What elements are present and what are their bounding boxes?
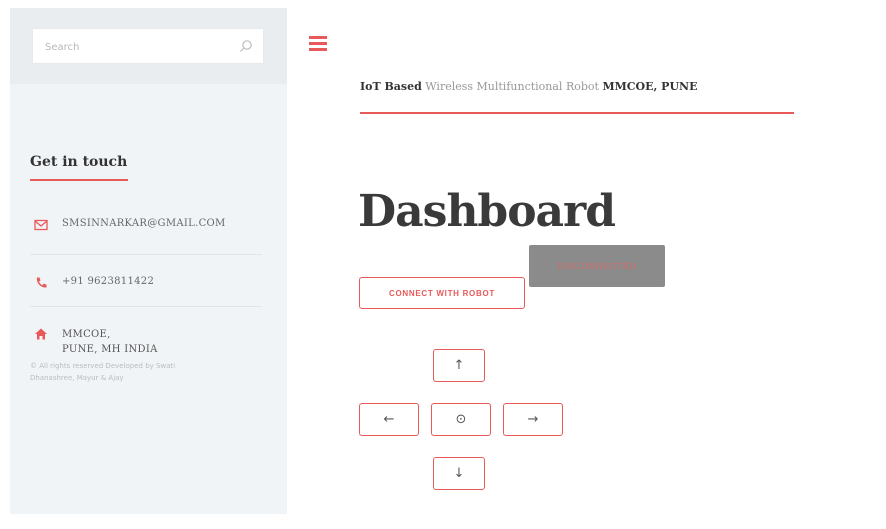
connection-status-label: DISCONNECTED xyxy=(557,261,637,271)
move-up-button[interactable]: ↑ xyxy=(433,349,485,382)
subtitle-middle: Wireless Multifunctional Robot xyxy=(421,80,603,93)
project-subtitle: IoT Based Wireless Multifunctional Robot… xyxy=(360,80,697,93)
search-icon[interactable] xyxy=(239,39,253,53)
contact-title-underline xyxy=(30,179,128,181)
envelope-icon xyxy=(34,219,48,231)
search-input[interactable] xyxy=(43,37,227,57)
copyright-line1: © All rights reserved Developed by Swati xyxy=(30,362,176,370)
move-left-button[interactable]: ← xyxy=(359,403,419,436)
connection-status-badge: DISCONNECTED xyxy=(529,245,665,287)
contact-email[interactable]: SMSINNARKAR@GMAIL.COM xyxy=(62,218,226,229)
subtitle-bold-suffix: MMCOE, PUNE xyxy=(602,80,698,93)
menu-bar xyxy=(309,48,327,51)
contact-title: Get in touch xyxy=(30,154,128,170)
menu-bar xyxy=(309,36,327,39)
phone-icon xyxy=(36,277,47,288)
search-box[interactable] xyxy=(32,28,264,64)
move-down-button[interactable]: ↓ xyxy=(433,457,485,490)
search-area xyxy=(10,8,287,84)
copyright-text: © All rights reserved Developed by Swati… xyxy=(30,360,230,384)
contact-phone[interactable]: +91 9623811422 xyxy=(62,276,154,287)
sidebar: Get in touch SMSINNARKAR@GMAIL.COM +91 9… xyxy=(10,8,287,514)
copyright-line2: Dhanashree, Mayur & Ajay xyxy=(30,374,124,382)
divider xyxy=(30,306,262,307)
stop-button[interactable]: ⊙ xyxy=(431,403,491,436)
move-right-button[interactable]: → xyxy=(503,403,563,436)
subtitle-underline xyxy=(360,112,794,114)
address-line2: PUNE, MH INDIA xyxy=(62,344,158,355)
subtitle-bold-prefix: IoT Based xyxy=(360,80,422,93)
address-line1: MMCOE, xyxy=(62,329,111,340)
page-title: Dashboard xyxy=(358,186,616,237)
home-icon xyxy=(35,328,47,340)
contact-address: MMCOE, PUNE, MH INDIA xyxy=(62,327,158,357)
menu-toggle-icon[interactable] xyxy=(309,36,327,52)
divider xyxy=(30,254,262,255)
connect-robot-button[interactable]: CONNECT WITH ROBOT xyxy=(359,277,525,309)
menu-bar xyxy=(309,42,327,45)
